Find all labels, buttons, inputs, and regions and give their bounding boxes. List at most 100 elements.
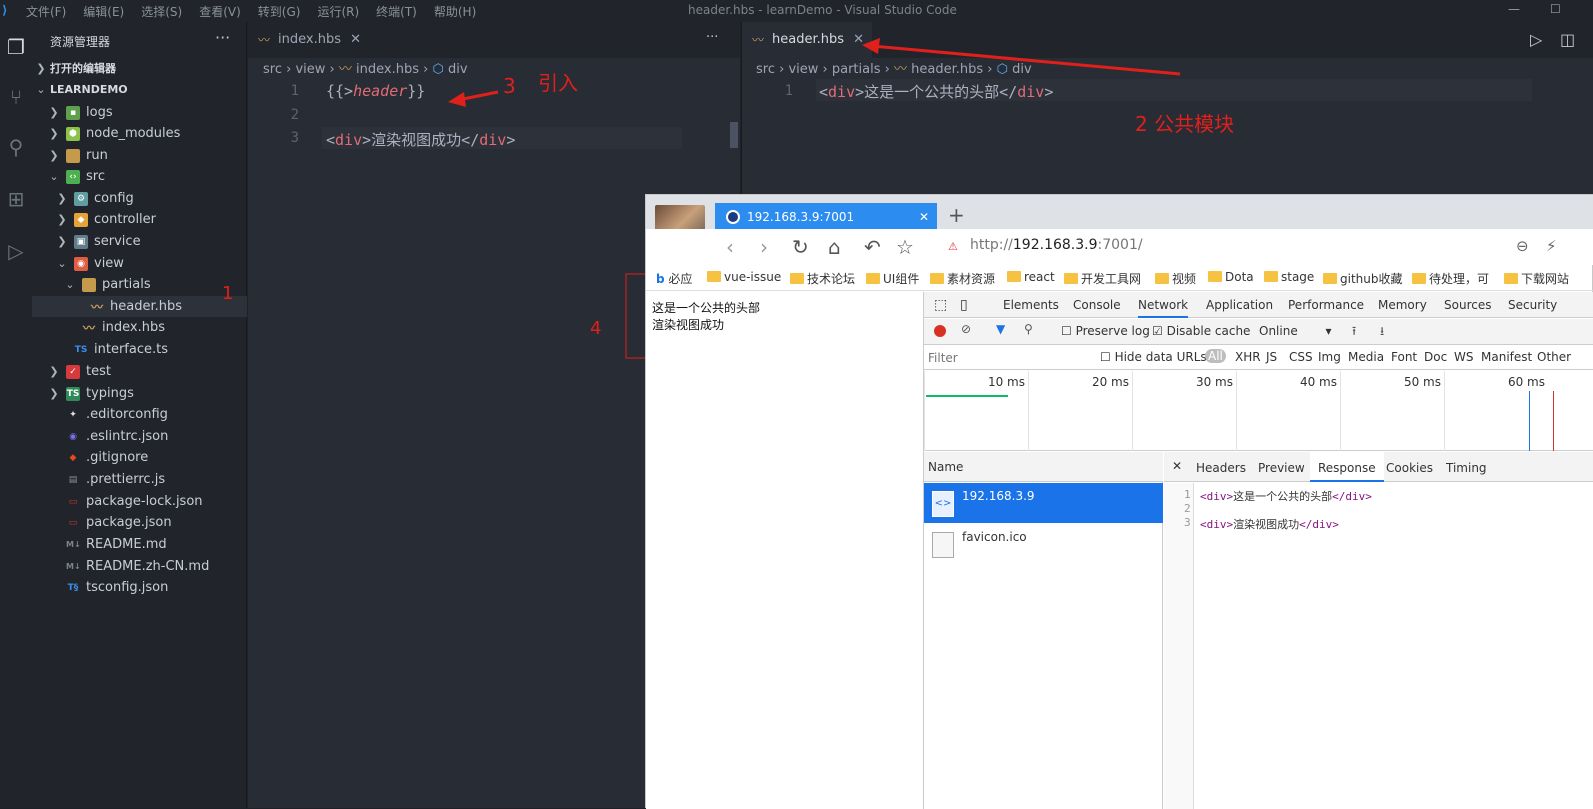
filter-input[interactable]	[928, 349, 1086, 366]
close-icon[interactable]: ✕	[1172, 459, 1182, 473]
tree-item-editorconfig[interactable]: ✦ .editorconfig	[32, 404, 247, 425]
code-line-3[interactable]: <div>渲染视图成功</div>	[326, 129, 515, 150]
breadcrumb-symbol[interactable]: div	[1012, 62, 1032, 77]
breadcrumb-partials[interactable]: partials	[832, 62, 881, 77]
tab-index-hbs[interactable]: 〰 index.hbs ✕	[248, 22, 369, 58]
maximize-icon[interactable]: ☐	[1550, 2, 1561, 16]
clear-icon[interactable]: ⊘	[961, 322, 971, 336]
explorer-icon[interactable]: ❐	[3, 34, 29, 60]
bookmark-item[interactable]: 视频	[1155, 270, 1196, 287]
browser-tab[interactable]: 192.168.3.9:7001 ✕	[715, 203, 937, 231]
menu-run[interactable]: 运行(R)	[317, 3, 359, 20]
forward-icon[interactable]: ›	[760, 235, 768, 259]
bookmark-item[interactable]: 素材资源	[930, 270, 995, 287]
tree-item-readme[interactable]: M↓ README.md	[32, 534, 247, 555]
project-section[interactable]: ⌄ LEARNDEMO	[32, 79, 247, 100]
breadcrumb-file[interactable]: index.hbs	[356, 62, 419, 77]
type-filter-ws[interactable]: WS	[1454, 350, 1473, 364]
close-icon[interactable]: ✕	[919, 203, 929, 231]
menu-selection[interactable]: 选择(S)	[141, 3, 182, 20]
tree-item-eslintrc[interactable]: ◉ .eslintrc.json	[32, 426, 247, 447]
bookmark-item[interactable]: react	[1007, 270, 1055, 284]
menu-file[interactable]: 文件(F)	[26, 3, 66, 20]
breadcrumb-view[interactable]: view	[295, 62, 325, 77]
menu-help[interactable]: 帮助(H)	[434, 3, 476, 20]
tree-item-header-hbs[interactable]: 〰 header.hbs	[32, 296, 247, 317]
type-filter-manifest[interactable]: Manifest	[1481, 350, 1532, 364]
tree-item-tsconfig[interactable]: T§ tsconfig.json	[32, 577, 247, 598]
menu-view[interactable]: 查看(V)	[199, 3, 241, 20]
new-tab-icon[interactable]: +	[948, 203, 965, 227]
bookmark-item[interactable]: 开发工具网	[1064, 270, 1141, 287]
search-icon[interactable]: ⚲	[1024, 322, 1033, 336]
export-har-icon[interactable]: ⭳	[1380, 322, 1384, 343]
devtools-tab-application[interactable]: Application	[1206, 298, 1273, 312]
devtools-tab-elements[interactable]: Elements	[1003, 298, 1059, 312]
device-toolbar-icon[interactable]: ▯	[960, 297, 968, 313]
close-icon[interactable]: ✕	[350, 22, 361, 58]
devtools-tab-console[interactable]: Console	[1073, 298, 1121, 312]
code-line-1[interactable]: {{>header}}	[326, 82, 425, 100]
type-filter-doc[interactable]: Doc	[1424, 350, 1447, 364]
tree-item-partials[interactable]: ⌄ partials	[32, 274, 247, 295]
type-filter-other[interactable]: Other	[1537, 350, 1571, 364]
address-bar[interactable]: http://192.168.3.9:7001/	[970, 237, 1143, 253]
tree-item-config[interactable]: ❯ ⚙ config	[32, 188, 247, 209]
details-tab-preview[interactable]: Preview	[1258, 461, 1305, 475]
open-editors-section[interactable]: ❯ 打开的编辑器	[32, 58, 247, 79]
filter-icon[interactable]: ▼	[996, 322, 1005, 336]
zoom-icon[interactable]: ⊖	[1516, 237, 1529, 255]
bookmark-item[interactable]: 技术论坛	[790, 270, 855, 287]
tree-item-node-modules[interactable]: ❯ ⬢ node_modules	[32, 123, 247, 144]
tree-item-package-lock[interactable]: ▭ package-lock.json	[32, 491, 247, 512]
menu-go[interactable]: 转到(G)	[258, 3, 301, 20]
undo-icon[interactable]: ↶	[864, 235, 881, 259]
preserve-log-checkbox[interactable]: ☐ Preserve log	[1061, 324, 1150, 338]
more-actions-icon[interactable]: ···	[215, 28, 230, 47]
reload-icon[interactable]: ↻	[792, 235, 809, 259]
breadcrumb-src[interactable]: src	[263, 62, 282, 77]
menu-edit[interactable]: 编辑(E)	[83, 3, 124, 20]
menu-terminal[interactable]: 终端(T)	[376, 3, 417, 20]
breadcrumb-view[interactable]: view	[788, 62, 818, 77]
tree-item-prettierrc[interactable]: ▤ .prettierrc.js	[32, 469, 247, 490]
bookmark-item[interactable]: Dota	[1208, 270, 1254, 284]
hide-data-urls-checkbox[interactable]: ☐ Hide data URLs	[1100, 350, 1207, 364]
tree-item-interface-ts[interactable]: TS interface.ts	[32, 339, 247, 360]
type-filter-img[interactable]: Img	[1318, 350, 1341, 364]
tree-item-index-hbs[interactable]: 〰 index.hbs	[32, 317, 247, 338]
breadcrumb-src[interactable]: src	[756, 62, 775, 77]
devtools-tab-sources[interactable]: Sources	[1444, 298, 1491, 312]
tree-item-gitignore[interactable]: ◆ .gitignore	[32, 447, 247, 468]
breadcrumb-symbol[interactable]: div	[448, 62, 468, 77]
tree-item-readme-zh[interactable]: M↓ README.zh-CN.md	[32, 556, 247, 577]
devtools-tab-memory[interactable]: Memory	[1378, 298, 1427, 312]
extensions-icon[interactable]: ⊞	[3, 186, 29, 212]
run-debug-icon[interactable]: ▷	[3, 238, 29, 264]
bookmark-item[interactable]: 待处理，可	[1412, 270, 1489, 287]
type-filter-js[interactable]: JS	[1266, 350, 1277, 364]
type-filter-font[interactable]: Font	[1391, 350, 1417, 364]
tab-header-hbs[interactable]: 〰 header.hbs ✕	[742, 22, 873, 58]
details-tab-headers[interactable]: Headers	[1196, 461, 1246, 475]
devtools-tab-security[interactable]: Security	[1508, 298, 1557, 312]
inspect-icon[interactable]: ⬚	[934, 297, 947, 313]
source-control-icon[interactable]: ⑂	[3, 84, 29, 110]
details-tab-response[interactable]: Response	[1310, 452, 1384, 482]
disable-cache-checkbox[interactable]: ☑ Disable cache	[1152, 324, 1250, 338]
lightning-icon[interactable]: ⚡	[1546, 237, 1557, 255]
tree-item-view[interactable]: ⌄ ◉ view	[32, 253, 247, 274]
bookmark-item[interactable]: github收藏	[1323, 270, 1403, 287]
devtools-tab-network[interactable]: Network	[1138, 298, 1189, 318]
name-column-header[interactable]: Name	[924, 452, 1163, 482]
run-icon[interactable]: ▷	[1530, 30, 1542, 49]
tree-item-controller[interactable]: ❯ ◆ controller	[32, 209, 247, 230]
request-row[interactable]: <> 192.168.3.9	[924, 483, 1163, 523]
tree-item-logs[interactable]: ❯ ▪ logs	[32, 102, 247, 123]
import-har-icon[interactable]: ⭱	[1352, 322, 1356, 343]
throttle-select[interactable]: Online ▾	[1259, 324, 1332, 338]
details-tab-cookies[interactable]: Cookies	[1386, 461, 1433, 475]
breadcrumb-file[interactable]: header.hbs	[911, 62, 983, 77]
tree-item-test[interactable]: ❯ ✓ test	[32, 361, 247, 382]
minimize-icon[interactable]: —	[1508, 2, 1520, 16]
